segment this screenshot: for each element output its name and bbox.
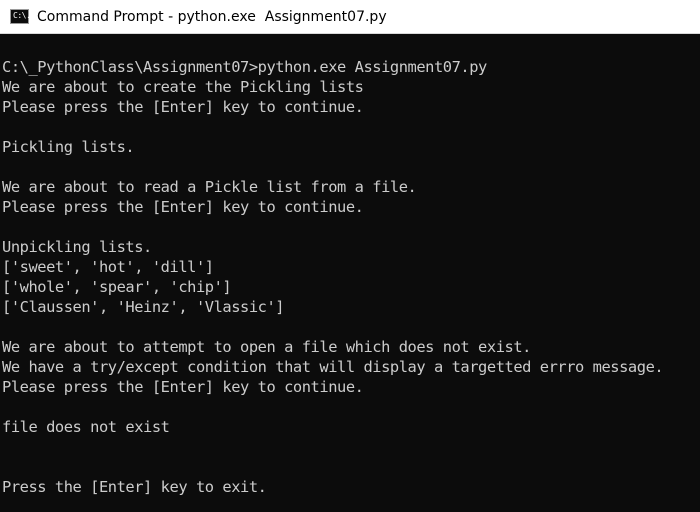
- console-line: We are about to read a Pickle list from …: [2, 178, 417, 196]
- console-line: Please press the [Enter] key to continue…: [2, 98, 364, 116]
- console-line: Press the [Enter] key to exit.: [2, 478, 267, 496]
- title-bar[interactable]: C:\. Command Prompt - python.exe Assignm…: [0, 0, 700, 34]
- console-line: file does not exist: [2, 418, 170, 436]
- command-prompt-icon-label: C:\.: [13, 11, 31, 20]
- console-line: C:\_PythonClass\Assignment07>python.exe …: [2, 58, 487, 76]
- console-line: ['sweet', 'hot', 'dill']: [2, 258, 214, 276]
- console-line: Please press the [Enter] key to continue…: [2, 378, 364, 396]
- console-line: Unpickling lists.: [2, 238, 152, 256]
- command-prompt-window: C:\. Command Prompt - python.exe Assignm…: [0, 0, 700, 512]
- console-line: ['whole', 'spear', 'chip']: [2, 278, 232, 296]
- console-line: We are about to attempt to open a file w…: [2, 338, 531, 356]
- command-prompt-icon[interactable]: C:\.: [10, 9, 31, 24]
- console-output-area[interactable]: C:\_PythonClass\Assignment07>python.exe …: [0, 34, 700, 512]
- console-line: ['Claussen', 'Heinz', 'Vlassic']: [2, 298, 285, 316]
- console-line: We are about to create the Pickling list…: [2, 78, 364, 96]
- console-line: Please press the [Enter] key to continue…: [2, 198, 364, 216]
- console-line: Pickling lists.: [2, 138, 135, 156]
- window-title: Command Prompt - python.exe Assignment07…: [37, 9, 387, 25]
- console-lines: C:\_PythonClass\Assignment07>python.exe …: [2, 57, 664, 497]
- console-line: We have a try/except condition that will…: [2, 358, 664, 376]
